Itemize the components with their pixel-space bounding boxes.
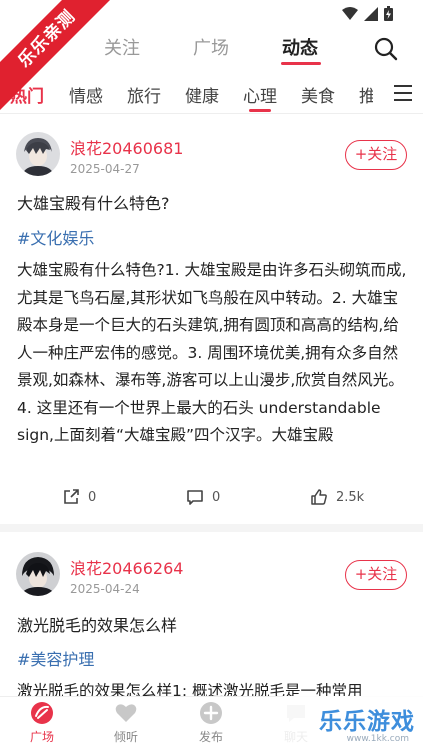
- nav-publish-label: 发布: [198, 730, 223, 744]
- comment-button[interactable]: 0: [186, 488, 220, 506]
- plaza-icon: [31, 702, 53, 724]
- nav-listen[interactable]: 倾听: [96, 701, 156, 745]
- category-food[interactable]: 美食: [301, 82, 335, 107]
- post-tag[interactable]: #文化娱乐: [17, 225, 94, 249]
- post-date: 2025-04-27: [70, 162, 140, 176]
- avatar[interactable]: [16, 132, 60, 176]
- tab-plaza[interactable]: 广场: [193, 34, 229, 60]
- plus-icon: [200, 702, 222, 724]
- like-count: 2.5k: [336, 489, 365, 505]
- watermark: 乐乐游戏 www.1kk.com: [283, 696, 423, 752]
- heart-icon: [115, 704, 137, 722]
- menu-icon: [394, 85, 412, 101]
- tab-feed[interactable]: 动态: [282, 34, 318, 60]
- avatar-image: [16, 552, 60, 596]
- category-menu-button[interactable]: [373, 76, 423, 112]
- nav-publish[interactable]: 发布: [181, 701, 241, 745]
- category-travel[interactable]: 旅行: [127, 82, 161, 107]
- share-count: 0: [88, 489, 97, 505]
- post-tag[interactable]: #美容护理: [17, 646, 94, 670]
- post-date: 2025-04-24: [70, 582, 140, 596]
- watermark-brand: 乐乐游戏: [319, 709, 415, 735]
- post-body[interactable]: 大雄宝殿有什么特色?1. 大雄宝殿是由许多石头砌筑而成,尤其是飞鸟石屋,其形状如…: [17, 257, 409, 450]
- comment-icon: [187, 490, 203, 505]
- status-icons: [342, 6, 393, 21]
- category-health[interactable]: 健康: [185, 82, 219, 107]
- nav-plaza-label: 广场: [29, 730, 54, 744]
- post-divider: [0, 524, 423, 532]
- category-indicator: [249, 109, 271, 112]
- post-actions: 0 0 2.5k: [0, 488, 423, 512]
- category-psychology[interactable]: 心理: [243, 82, 277, 107]
- nav-listen-label: 倾听: [113, 730, 138, 744]
- share-icon: [64, 489, 79, 504]
- ribbon-text: 乐乐亲测: [0, 0, 110, 110]
- active-tab-indicator: [281, 62, 321, 65]
- like-button[interactable]: 2.5k: [310, 488, 364, 506]
- username[interactable]: 浪花20466264: [70, 555, 183, 579]
- post-title[interactable]: 激光脱毛的效果怎么样: [17, 612, 407, 636]
- search-icon[interactable]: [373, 36, 399, 62]
- avatar-image: [16, 132, 60, 176]
- follow-button[interactable]: +关注: [345, 140, 407, 170]
- nav-plaza[interactable]: 广场: [12, 701, 72, 745]
- avatar[interactable]: [16, 552, 60, 596]
- share-button[interactable]: 0: [62, 488, 96, 506]
- comment-count: 0: [212, 489, 221, 505]
- username[interactable]: 浪花20460681: [70, 135, 183, 159]
- thumbs-up-icon: [311, 489, 327, 505]
- post-title[interactable]: 大雄宝殿有什么特色?: [17, 190, 407, 214]
- corner-ribbon: 乐乐亲测: [0, 0, 110, 110]
- signal-icon: [364, 6, 378, 21]
- follow-button[interactable]: +关注: [345, 560, 407, 590]
- watermark-url: www.1kk.com: [346, 734, 409, 744]
- battery-icon: [384, 6, 393, 21]
- wifi-icon: [342, 6, 358, 20]
